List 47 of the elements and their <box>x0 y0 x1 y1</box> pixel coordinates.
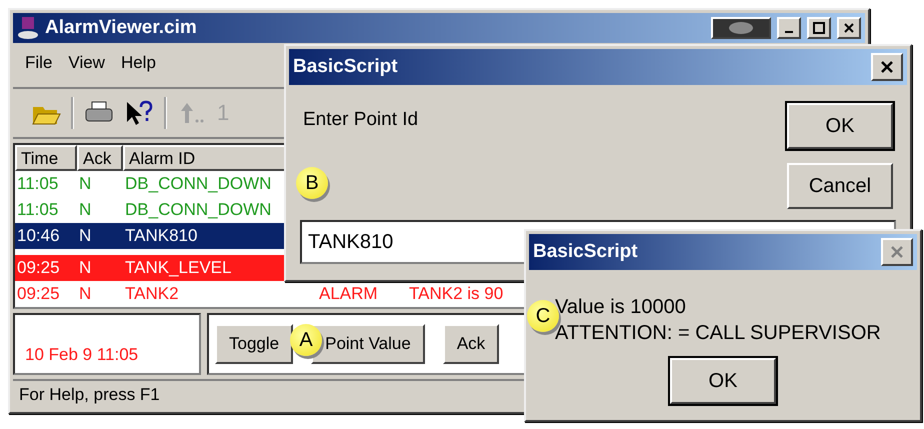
time-cell-text: 10:46 <box>16 226 60 246</box>
dialog-button[interactable]: OK <box>787 103 893 149</box>
column-header[interactable]: Ack <box>77 145 123 171</box>
ack-cell-text: N <box>78 258 92 278</box>
alarm-id-cell-text: DB_CONN_DOWN <box>124 174 272 194</box>
eye-button[interactable] <box>711 17 771 39</box>
app-icon <box>17 16 39 40</box>
time-cell-text: 11:05 <box>16 174 58 194</box>
maximize-button[interactable] <box>807 17 831 39</box>
action-button[interactable]: Ack <box>442 324 500 364</box>
timestamp: 10 Feb 9 11:05 <box>25 345 138 365</box>
close-button[interactable] <box>837 17 861 39</box>
close-button[interactable] <box>871 53 903 81</box>
ack-cell-text: N <box>78 284 92 304</box>
ok-button[interactable]: OK <box>670 358 776 404</box>
dialog-title: BasicScript <box>293 56 399 78</box>
action-button[interactable]: Toggle <box>215 324 294 364</box>
close-icon <box>844 23 854 33</box>
menu-item[interactable]: View <box>62 51 111 75</box>
time-cell-text: 11:05 <box>16 200 58 220</box>
close-icon <box>880 60 894 74</box>
table-cell-text: TANK2 is 90 <box>408 284 504 304</box>
action-button[interactable]: Point Value <box>311 324 425 364</box>
eye-icon <box>727 21 755 35</box>
ack-cell-text: N <box>78 226 92 246</box>
minimize-button[interactable] <box>777 17 801 39</box>
alarm-id-cell-text: TANK810 <box>124 226 198 246</box>
maximize-icon <box>813 22 825 34</box>
window-title: AlarmViewer.cim <box>45 17 198 39</box>
alarm-id-cell-text: TANK_LEVEL <box>124 258 232 278</box>
ack-cell-text: N <box>78 200 92 220</box>
alarm-id-cell-text: TANK2 <box>124 284 179 304</box>
help-pointer-icon[interactable] <box>124 99 154 127</box>
close-icon <box>890 245 904 259</box>
prompt-label: Enter Point Id <box>303 109 420 131</box>
table-cell-text: ALARM <box>318 284 378 304</box>
menu-item[interactable]: Help <box>114 51 162 75</box>
column-header[interactable]: Time <box>15 145 77 171</box>
time-cell-text: 09:25 <box>16 258 60 278</box>
alarm-id-cell-text: DB_CONN_DOWN <box>124 200 272 220</box>
minimize-icon <box>785 31 793 33</box>
dialog-button[interactable]: Cancel <box>787 163 893 209</box>
ack-cell-text: N <box>78 174 92 194</box>
time-cell-text: 09:25 <box>16 284 60 304</box>
dialog-title: BasicScript <box>533 241 639 263</box>
close-button[interactable] <box>881 238 913 266</box>
menu-item[interactable]: File <box>19 51 58 75</box>
